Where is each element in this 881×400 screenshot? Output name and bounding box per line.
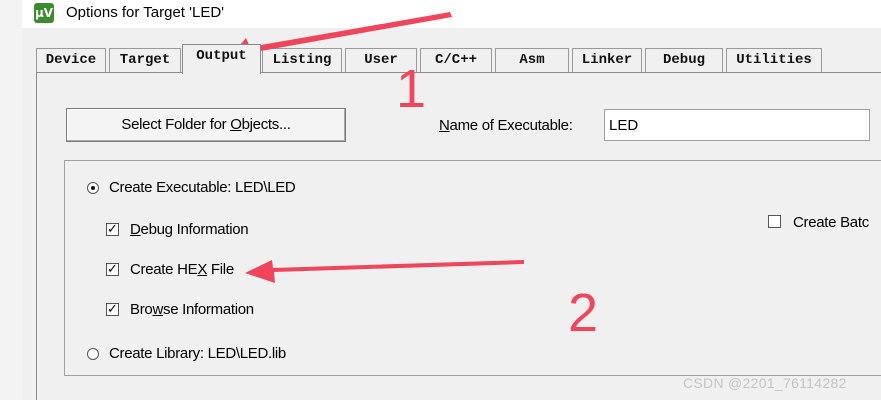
create-executable-radio[interactable] — [87, 182, 99, 194]
tab-listing[interactable]: Listing — [262, 48, 342, 72]
csdn-watermark: CSDN @2201_76114282 — [683, 375, 847, 391]
button-text-rest: bjects... — [241, 116, 291, 133]
create-batch-file-checkbox[interactable] — [768, 215, 781, 228]
create-library-radio[interactable] — [87, 348, 99, 360]
tab-c-cpp[interactable]: C/C++ — [420, 48, 492, 72]
debug-information-label: Debug Information — [130, 220, 249, 240]
output-options-group: Create Executable: LED\LED ✓ Debug Infor… — [64, 160, 881, 376]
create-library-label: Create Library: LED\LED.lib — [109, 345, 286, 362]
label-text: Bro — [130, 301, 153, 318]
options-dialog: μV Options for Target 'LED' Device Targe… — [22, 0, 881, 400]
tab-utilities[interactable]: Utilities — [726, 48, 822, 72]
tab-target[interactable]: Target — [109, 48, 181, 72]
left-edge-strip — [0, 0, 22, 400]
label-accelerator: N — [439, 117, 450, 134]
debug-information-checkbox[interactable]: ✓ — [106, 223, 119, 236]
label-text-rest: se Information — [163, 301, 254, 318]
keil-uvision-icon: μV — [34, 3, 54, 23]
create-executable-label: Create Executable: LED\LED — [109, 179, 296, 196]
button-accelerator: O — [230, 116, 242, 133]
name-of-executable-input[interactable] — [604, 109, 870, 141]
tab-bar: Device Target Output Listing User C/C++ … — [22, 44, 881, 74]
tab-device[interactable]: Device — [36, 48, 106, 72]
annotation-number-1: 1 — [396, 59, 427, 119]
label-text-rest: File — [207, 261, 234, 278]
label-text: Create HE — [130, 261, 198, 278]
label-text: ame of Executable: — [449, 117, 573, 134]
name-of-executable-label: Name of Executable: — [439, 116, 573, 136]
title-bar: μV Options for Target 'LED' — [22, 0, 881, 28]
tab-output[interactable]: Output — [182, 44, 261, 74]
create-hex-file-label: Create HEX File — [130, 260, 234, 280]
window-title: Options for Target 'LED' — [66, 4, 225, 21]
tab-linker[interactable]: Linker — [572, 48, 642, 72]
create-batch-file-label: Create Batc — [793, 214, 869, 231]
annotation-number-2: 2 — [568, 283, 599, 343]
tab-asm[interactable]: Asm — [495, 48, 569, 72]
accelerator: X — [197, 261, 208, 278]
create-hex-file-checkbox[interactable]: ✓ — [106, 263, 119, 276]
accelerator: w — [152, 301, 163, 318]
button-text: Select Folder for — [121, 116, 231, 133]
accelerator: D — [130, 221, 141, 238]
label-text: ebug Information — [140, 221, 249, 238]
tab-debug[interactable]: Debug — [645, 48, 723, 72]
browse-information-checkbox[interactable]: ✓ — [106, 303, 119, 316]
select-folder-for-objects-button[interactable]: Select Folder for Objects... — [66, 108, 346, 142]
browse-information-label: Browse Information — [130, 300, 254, 320]
